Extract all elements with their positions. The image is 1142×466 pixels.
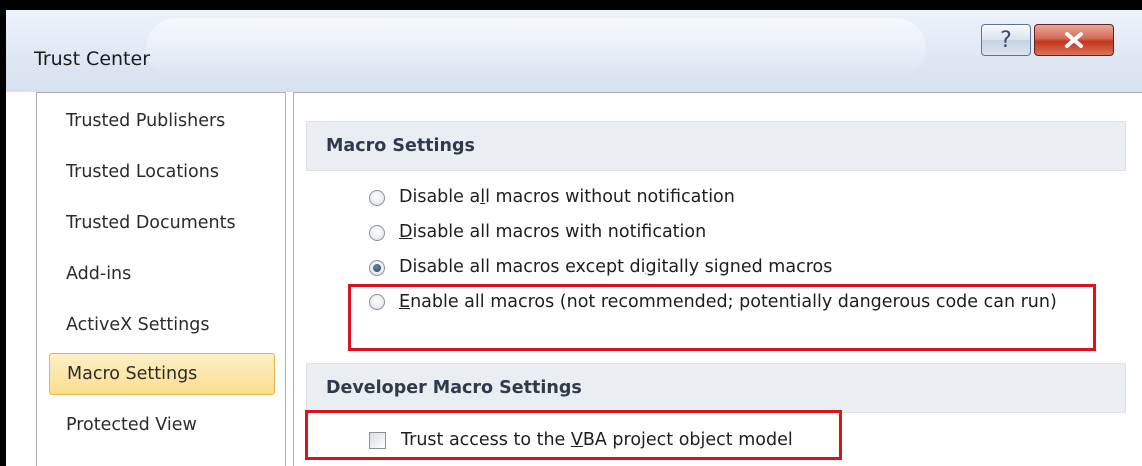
radio-button[interactable] xyxy=(369,225,385,241)
checkbox-trust-vba-access[interactable]: Trust access to the VBA project object m… xyxy=(369,430,793,450)
sidebar-item-label: Protected View xyxy=(66,415,197,435)
section-heading-text: Developer Macro Settings xyxy=(326,378,582,398)
sidebar-item-label: Trusted Publishers xyxy=(66,111,226,131)
sidebar: Trusted Publishers Trusted Locations Tru… xyxy=(36,92,286,466)
checkbox[interactable] xyxy=(369,432,386,449)
sidebar-item-trusted-locations[interactable]: Trusted Locations xyxy=(49,151,275,193)
radio-button-selected[interactable] xyxy=(369,260,385,276)
sidebar-item-activex-settings[interactable]: ActiveX Settings xyxy=(49,304,275,346)
help-icon: ? xyxy=(1000,27,1012,53)
title-bar-glow xyxy=(146,18,926,78)
radio-label: Disable all macros with notification xyxy=(399,222,707,242)
sidebar-item-trusted-publishers[interactable]: Trusted Publishers xyxy=(49,100,275,142)
title-bar: Trust Center ? xyxy=(6,10,1142,92)
sidebar-item-macro-settings[interactable]: Macro Settings xyxy=(49,353,275,395)
radio-disable-with-notification[interactable]: Disable all macros with notification xyxy=(369,222,706,242)
radio-disable-without-notification[interactable]: Disable all macros without notification xyxy=(369,187,735,207)
window-title: Trust Center xyxy=(34,48,151,70)
sidebar-item-protected-view[interactable]: Protected View xyxy=(49,404,275,446)
sidebar-item-label: Trusted Locations xyxy=(66,162,219,182)
radio-label: Disable all macros except digitally sign… xyxy=(399,257,833,277)
macro-settings-heading: Macro Settings xyxy=(306,121,1126,171)
sidebar-item-add-ins[interactable]: Add-ins xyxy=(49,253,275,295)
sidebar-item-label: ActiveX Settings xyxy=(66,315,210,335)
sidebar-item-label: Trusted Documents xyxy=(66,213,236,233)
settings-panel: Macro Settings Disable all macros withou… xyxy=(293,92,1142,466)
radio-disable-except-signed[interactable]: Disable all macros except digitally sign… xyxy=(369,257,832,277)
developer-macro-settings-heading: Developer Macro Settings xyxy=(306,363,1126,413)
radio-enable-all-macros[interactable]: Enable all macros (not recommended; pote… xyxy=(369,291,1089,313)
sidebar-item-label: Add-ins xyxy=(66,264,132,284)
sidebar-item-label: Macro Settings xyxy=(67,364,198,384)
section-heading-text: Macro Settings xyxy=(326,136,475,156)
close-button[interactable] xyxy=(1034,24,1114,56)
radio-label: Disable all macros without notification xyxy=(399,187,735,207)
checkbox-label: Trust access to the VBA project object m… xyxy=(401,430,793,450)
close-icon xyxy=(1065,32,1083,48)
sidebar-item-trusted-documents[interactable]: Trusted Documents xyxy=(49,202,275,244)
radio-button[interactable] xyxy=(369,190,385,206)
radio-label: Enable all macros (not recommended; pote… xyxy=(399,292,1057,312)
radio-button[interactable] xyxy=(369,294,385,310)
help-button[interactable]: ? xyxy=(981,24,1031,56)
dialog-content: Trusted Publishers Trusted Locations Tru… xyxy=(6,92,1142,466)
